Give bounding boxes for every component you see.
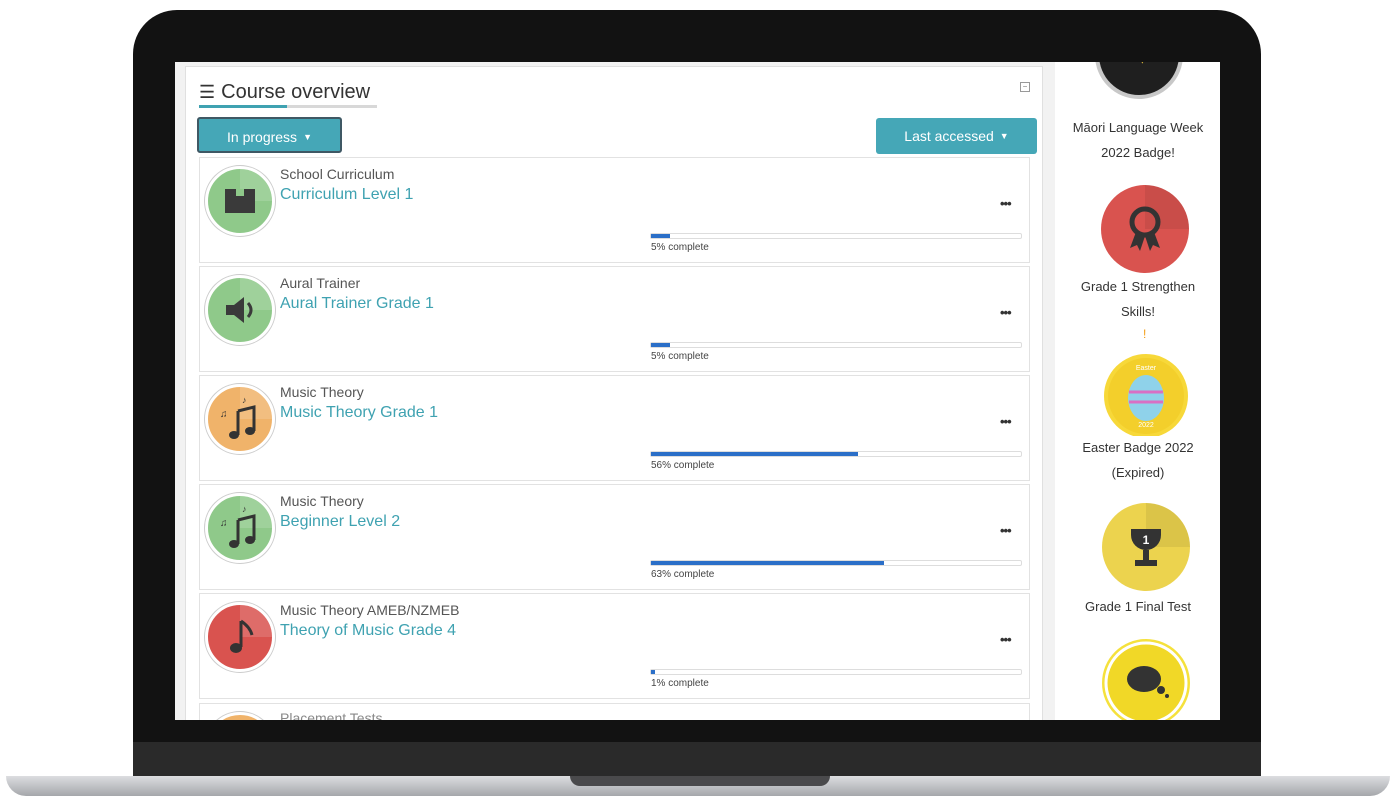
svg-text:♪: ♪: [242, 395, 247, 405]
progress-bar: [650, 560, 1022, 566]
svg-text:!: !: [1143, 327, 1146, 341]
course-category: Music Theory: [280, 493, 364, 509]
course-card[interactable]: Placement Tests: [199, 703, 1030, 720]
trophy-number: 1: [1143, 533, 1150, 547]
course-name-link[interactable]: Music Theory Grade 1: [280, 404, 438, 422]
course-category: Music Theory AMEB/NZMEB: [280, 602, 460, 618]
building-icon: [205, 166, 275, 236]
progress-text: 5% complete: [651, 351, 709, 362]
course-name-link[interactable]: Beginner Level 2: [280, 513, 400, 531]
caret-down-icon: ▼: [999, 131, 1009, 141]
music-notes-icon: ♫ ♪: [205, 384, 275, 454]
more-dots-icon[interactable]: •••: [1000, 305, 1012, 320]
laptop-notch: [570, 776, 830, 786]
caret-down-icon: ▼: [303, 132, 312, 142]
course-card[interactable]: School Curriculum Curriculum Level 1 •••…: [199, 157, 1030, 263]
progress-bar: [650, 451, 1022, 457]
more-dots-icon[interactable]: •••: [1000, 632, 1012, 647]
course-category: Placement Tests: [280, 710, 383, 720]
progress-bar: [650, 233, 1022, 239]
screen: ☰ Course overview − In progress ▼ Last acc…: [175, 62, 1220, 720]
more-dots-icon[interactable]: •••: [1000, 523, 1012, 538]
easter-egg-icon[interactable]: ! Easter 2022: [1101, 326, 1191, 441]
badge-label: Easter Badge 2022 (Expired): [1082, 440, 1194, 480]
collapse-icon[interactable]: −: [1020, 82, 1030, 92]
course-category: Music Theory: [280, 384, 364, 400]
course-name-link[interactable]: Aural Trainer Grade 1: [280, 295, 434, 313]
course-card[interactable]: ♫ ♪ Music Theory Beginner Level 2 ••• 63%…: [199, 484, 1030, 590]
svg-text:♪: ♪: [242, 504, 247, 514]
progress-text: 56% complete: [651, 460, 715, 471]
filter-dropdown-button[interactable]: In progress ▼: [197, 117, 342, 153]
stars-badge-icon[interactable]: ✦✦: [1093, 62, 1185, 105]
block-title: ☰ Course overview: [199, 81, 371, 103]
course-card[interactable]: Aural Trainer Aural Trainer Grade 1 ••• …: [199, 266, 1030, 372]
course-card[interactable]: ♫ ♪ Music Theory Music Theory Grade 1 •••…: [199, 375, 1030, 481]
badge-label: Māori Language Week 2022 Badge!: [1072, 120, 1204, 160]
hamburger-icon[interactable]: ☰: [199, 82, 215, 103]
svg-text:✦: ✦: [1139, 62, 1146, 66]
rosette-icon[interactable]: [1100, 184, 1190, 279]
badge-label: Grade 1 Strengthen Skills!: [1080, 279, 1196, 319]
course-name-link[interactable]: Theory of Music Grade 4: [280, 622, 456, 640]
sort-dropdown-button[interactable]: Last accessed ▼: [876, 118, 1037, 154]
course-overview-block: ☰ Course overview − In progress ▼ Last acc…: [185, 66, 1043, 720]
trophy-icon[interactable]: 1: [1101, 502, 1191, 597]
progress-bar: [650, 342, 1022, 348]
speech-bubble-icon[interactable]: [1101, 638, 1191, 720]
music-note-icon: [205, 602, 275, 672]
course-icon: [205, 712, 275, 720]
course-category: Aural Trainer: [280, 275, 361, 291]
progress-bar: [650, 669, 1022, 675]
music-notes-icon: ♫ ♪: [205, 493, 275, 563]
laptop-bezel: [133, 742, 1261, 778]
course-category: School Curriculum: [280, 166, 395, 182]
speaker-icon: [205, 275, 275, 345]
svg-text:♫: ♫: [220, 409, 228, 420]
more-dots-icon[interactable]: •••: [1000, 414, 1012, 429]
badges-sidebar: ✦✦ Māori Language Week 2022 Badge! Grade…: [1055, 62, 1220, 720]
progress-text: 63% complete: [651, 569, 715, 580]
more-dots-icon[interactable]: •••: [1000, 196, 1012, 211]
title-underline: [199, 105, 377, 108]
badge-text-top: Easter: [1136, 365, 1157, 372]
laptop-frame: ☰ Course overview − In progress ▼ Last acc…: [0, 0, 1396, 798]
course-card[interactable]: Music Theory AMEB/NZMEB Theory of Music …: [199, 593, 1030, 699]
progress-text: 5% complete: [651, 242, 709, 253]
course-name-link[interactable]: Curriculum Level 1: [280, 186, 413, 204]
badge-text-bottom: 2022: [1138, 422, 1154, 429]
progress-text: 1% complete: [651, 678, 709, 689]
badge-label: Grade 1 Final Test: [1085, 599, 1191, 614]
svg-text:♫: ♫: [220, 518, 228, 529]
